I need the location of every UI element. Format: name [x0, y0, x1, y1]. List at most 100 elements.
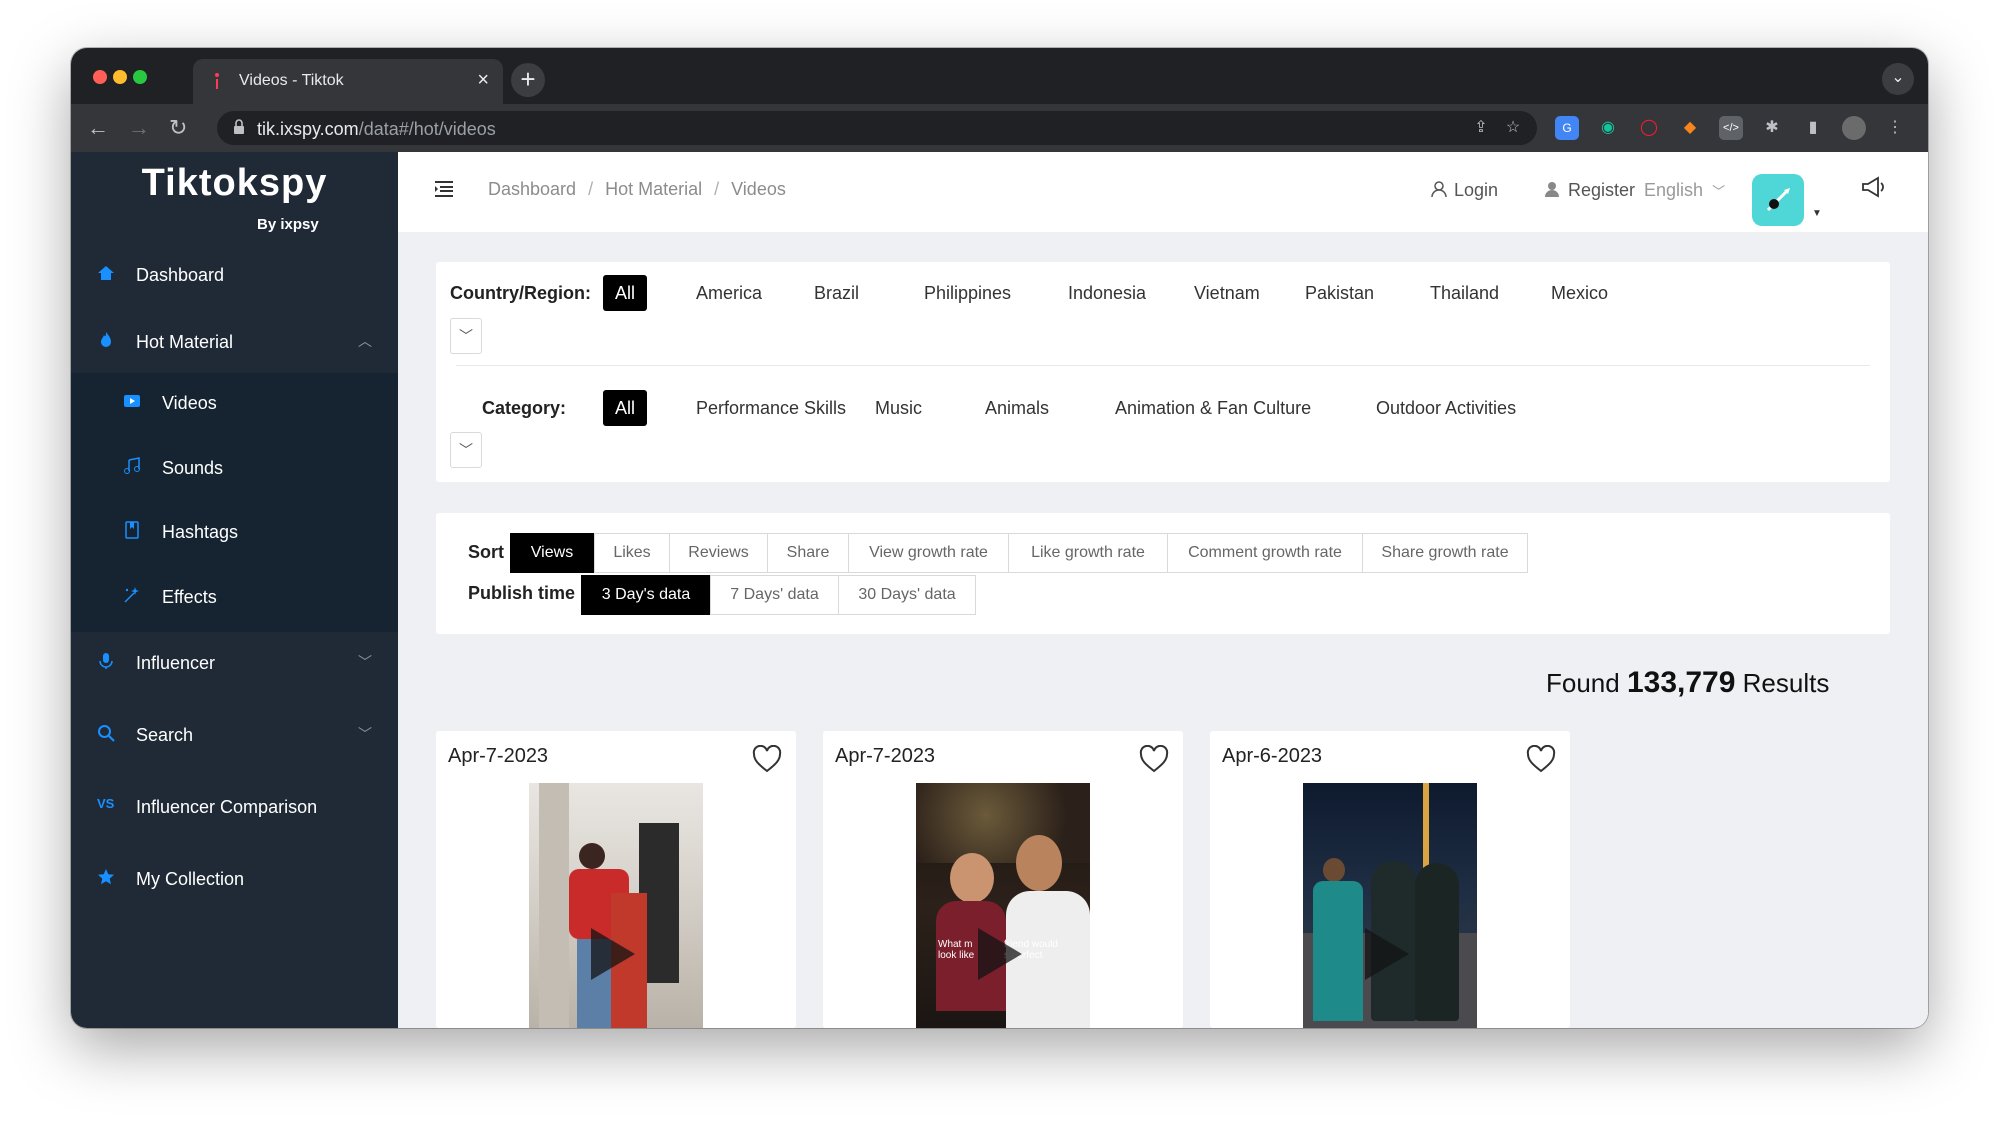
back-arrow-icon[interactable]: ←: [87, 115, 109, 141]
video-thumbnail[interactable]: [529, 783, 703, 1028]
video-thumbnail[interactable]: What m look like friend would s perfect: [916, 783, 1090, 1028]
category-chip-performance-skills[interactable]: Performance Skills: [684, 390, 858, 426]
sidebar-item-label: Hot Material: [136, 332, 234, 352]
category-chip-animals[interactable]: Animals: [973, 390, 1061, 426]
country-chip-vietnam[interactable]: Vietnam: [1182, 275, 1272, 311]
bookmark-star-icon[interactable]: ☆: [1501, 116, 1525, 140]
sidebar-subitem-videos[interactable]: Videos: [71, 373, 398, 433]
breadcrumb-separator: /: [588, 179, 594, 199]
sidebar-subitem-hashtags[interactable]: Hashtags: [71, 502, 398, 562]
sort-reviews-button[interactable]: Reviews: [669, 533, 768, 573]
sidebar-item-dashboard[interactable]: Dashboard: [71, 246, 398, 306]
share-icon[interactable]: ⇪: [1469, 116, 1493, 140]
top-header: Dashboard / Hot Material / Videos Login Regi…: [398, 152, 1928, 232]
sort-comment-growth-button[interactable]: Comment growth rate: [1167, 533, 1363, 573]
chevron-up-icon: ︿: [358, 333, 372, 349]
sidebar-item-influencer-comparison[interactable]: VS Influencer Comparison: [71, 778, 398, 838]
puzzle-extensions-icon[interactable]: ✱: [1760, 116, 1784, 140]
results-suffix: Results: [1742, 668, 1830, 698]
sort-share-button[interactable]: Share: [767, 533, 849, 573]
country-chip-america[interactable]: America: [684, 275, 774, 311]
category-chip-music[interactable]: Music: [863, 390, 934, 426]
breadcrumb-hot-material[interactable]: Hot Material: [605, 179, 702, 199]
register-link[interactable]: Register: [1544, 180, 1635, 201]
video-card[interactable]: Apr-6-2023: [1210, 731, 1570, 1028]
devtools-extension-icon[interactable]: </>: [1719, 116, 1743, 140]
heart-icon[interactable]: [1526, 745, 1556, 773]
play-icon[interactable]: [978, 928, 1022, 980]
sort-view-growth-button[interactable]: View growth rate: [848, 533, 1009, 573]
language-select[interactable]: English ﹀: [1644, 180, 1725, 201]
address-bar[interactable]: tik.ixspy.com/data#/hot/videos ⇪ ☆: [217, 111, 1537, 145]
country-chip-indonesia[interactable]: Indonesia: [1056, 275, 1158, 311]
side-panel-icon[interactable]: ▮: [1801, 116, 1825, 140]
reload-icon[interactable]: ↻: [169, 115, 187, 141]
breadcrumb-dashboard[interactable]: Dashboard: [488, 179, 576, 199]
sidebar-item-influencer[interactable]: Influencer ﹀: [71, 634, 398, 694]
browser-tab[interactable]: Videos - Tiktok ×: [193, 59, 503, 104]
sidebar-subitem-sounds[interactable]: Sounds: [71, 438, 398, 498]
category-chip-outdoor-activities[interactable]: Outdoor Activities: [1364, 390, 1528, 426]
tiktok-favicon-icon: [215, 73, 219, 89]
sidebar-item-search[interactable]: Search ﹀: [71, 706, 398, 766]
tab-search-chevron-icon[interactable]: ⌄: [1882, 63, 1914, 95]
new-tab-button[interactable]: +: [511, 63, 545, 97]
country-chip-pakistan[interactable]: Pakistan: [1293, 275, 1386, 311]
opera-extension-icon[interactable]: ◯: [1637, 116, 1661, 140]
page: Tiktokspy By ixpsy Dashboard Hot Materia…: [71, 152, 1928, 1028]
sidebar-item-label: Search: [136, 725, 194, 745]
login-link[interactable]: Login: [1430, 180, 1498, 201]
category-chip-all[interactable]: All: [603, 390, 648, 426]
caret-down-icon[interactable]: ▼: [1812, 208, 1822, 219]
play-icon[interactable]: [591, 928, 635, 980]
sidebar-item-my-collection[interactable]: My Collection: [71, 850, 398, 910]
tab-strip: Videos - Tiktok × + ⌄: [71, 48, 1928, 104]
sort-likes-button[interactable]: Likes: [594, 533, 670, 573]
publish-7-days-button[interactable]: 7 Days' data: [710, 575, 839, 615]
country-chip-brazil[interactable]: Brazil: [802, 275, 871, 311]
maximize-window-button[interactable]: [133, 70, 147, 84]
heart-icon[interactable]: [1139, 745, 1169, 773]
tab-close-icon[interactable]: ×: [477, 69, 489, 92]
video-thumbnail[interactable]: [1303, 783, 1477, 1028]
category-chip-animation-fan-culture[interactable]: Animation & Fan Culture: [1103, 390, 1323, 426]
minimize-window-button[interactable]: [113, 70, 127, 84]
heart-icon[interactable]: [752, 745, 782, 773]
chrome-menu-icon[interactable]: ⋮: [1883, 116, 1907, 140]
video-card[interactable]: Apr-7-2023: [436, 731, 796, 1028]
translate-extension-icon[interactable]: G: [1555, 116, 1579, 140]
category-label: Category:: [482, 398, 567, 418]
grammarly-extension-icon[interactable]: ◉: [1596, 116, 1620, 140]
country-chip-all[interactable]: All: [603, 275, 648, 311]
country-chip-thailand[interactable]: Thailand: [1418, 275, 1511, 311]
video-date: Apr-7-2023: [448, 745, 549, 767]
menu-fold-icon[interactable]: [434, 180, 454, 198]
tab-title: Videos - Tiktok: [239, 72, 344, 89]
sort-like-growth-button[interactable]: Like growth rate: [1008, 533, 1168, 573]
sidebar-item-hot-material[interactable]: Hot Material ︿: [71, 313, 398, 373]
metamask-extension-icon[interactable]: ◆: [1678, 116, 1702, 140]
publish-3-days-button[interactable]: 3 Day's data: [581, 575, 711, 615]
sidebar-subitem-effects[interactable]: Effects: [71, 567, 398, 627]
video-card[interactable]: Apr-7-2023 What m look like friend would…: [823, 731, 1183, 1028]
forward-arrow-icon[interactable]: →: [128, 115, 150, 141]
close-window-button[interactable]: [93, 70, 107, 84]
brand-logo[interactable]: Tiktokspy By ixpsy: [71, 162, 398, 233]
country-region-label: Country/Region:: [450, 283, 591, 303]
megaphone-icon[interactable]: [1860, 174, 1886, 200]
sort-label: Sort: [468, 542, 504, 562]
sort-views-button[interactable]: Views: [510, 533, 594, 573]
sort-share-growth-button[interactable]: Share growth rate: [1362, 533, 1528, 573]
play-icon[interactable]: [1365, 928, 1409, 980]
country-chip-philippines[interactable]: Philippines: [912, 275, 1023, 311]
profile-avatar-icon[interactable]: [1842, 116, 1866, 140]
login-label: Login: [1454, 180, 1499, 200]
expand-categories-button[interactable]: ﹀: [450, 432, 482, 468]
browser-toolbar: ← → ↻ tik.ixspy.com/data#/hot/videos ⇪ ☆…: [71, 104, 1928, 152]
expand-countries-button[interactable]: ﹀: [450, 318, 482, 354]
star-icon: [98, 869, 114, 885]
publish-30-days-button[interactable]: 30 Days' data: [838, 575, 976, 615]
user-avatar[interactable]: [1752, 174, 1804, 226]
country-chip-mexico[interactable]: Mexico: [1539, 275, 1620, 311]
lock-icon: [234, 119, 244, 134]
